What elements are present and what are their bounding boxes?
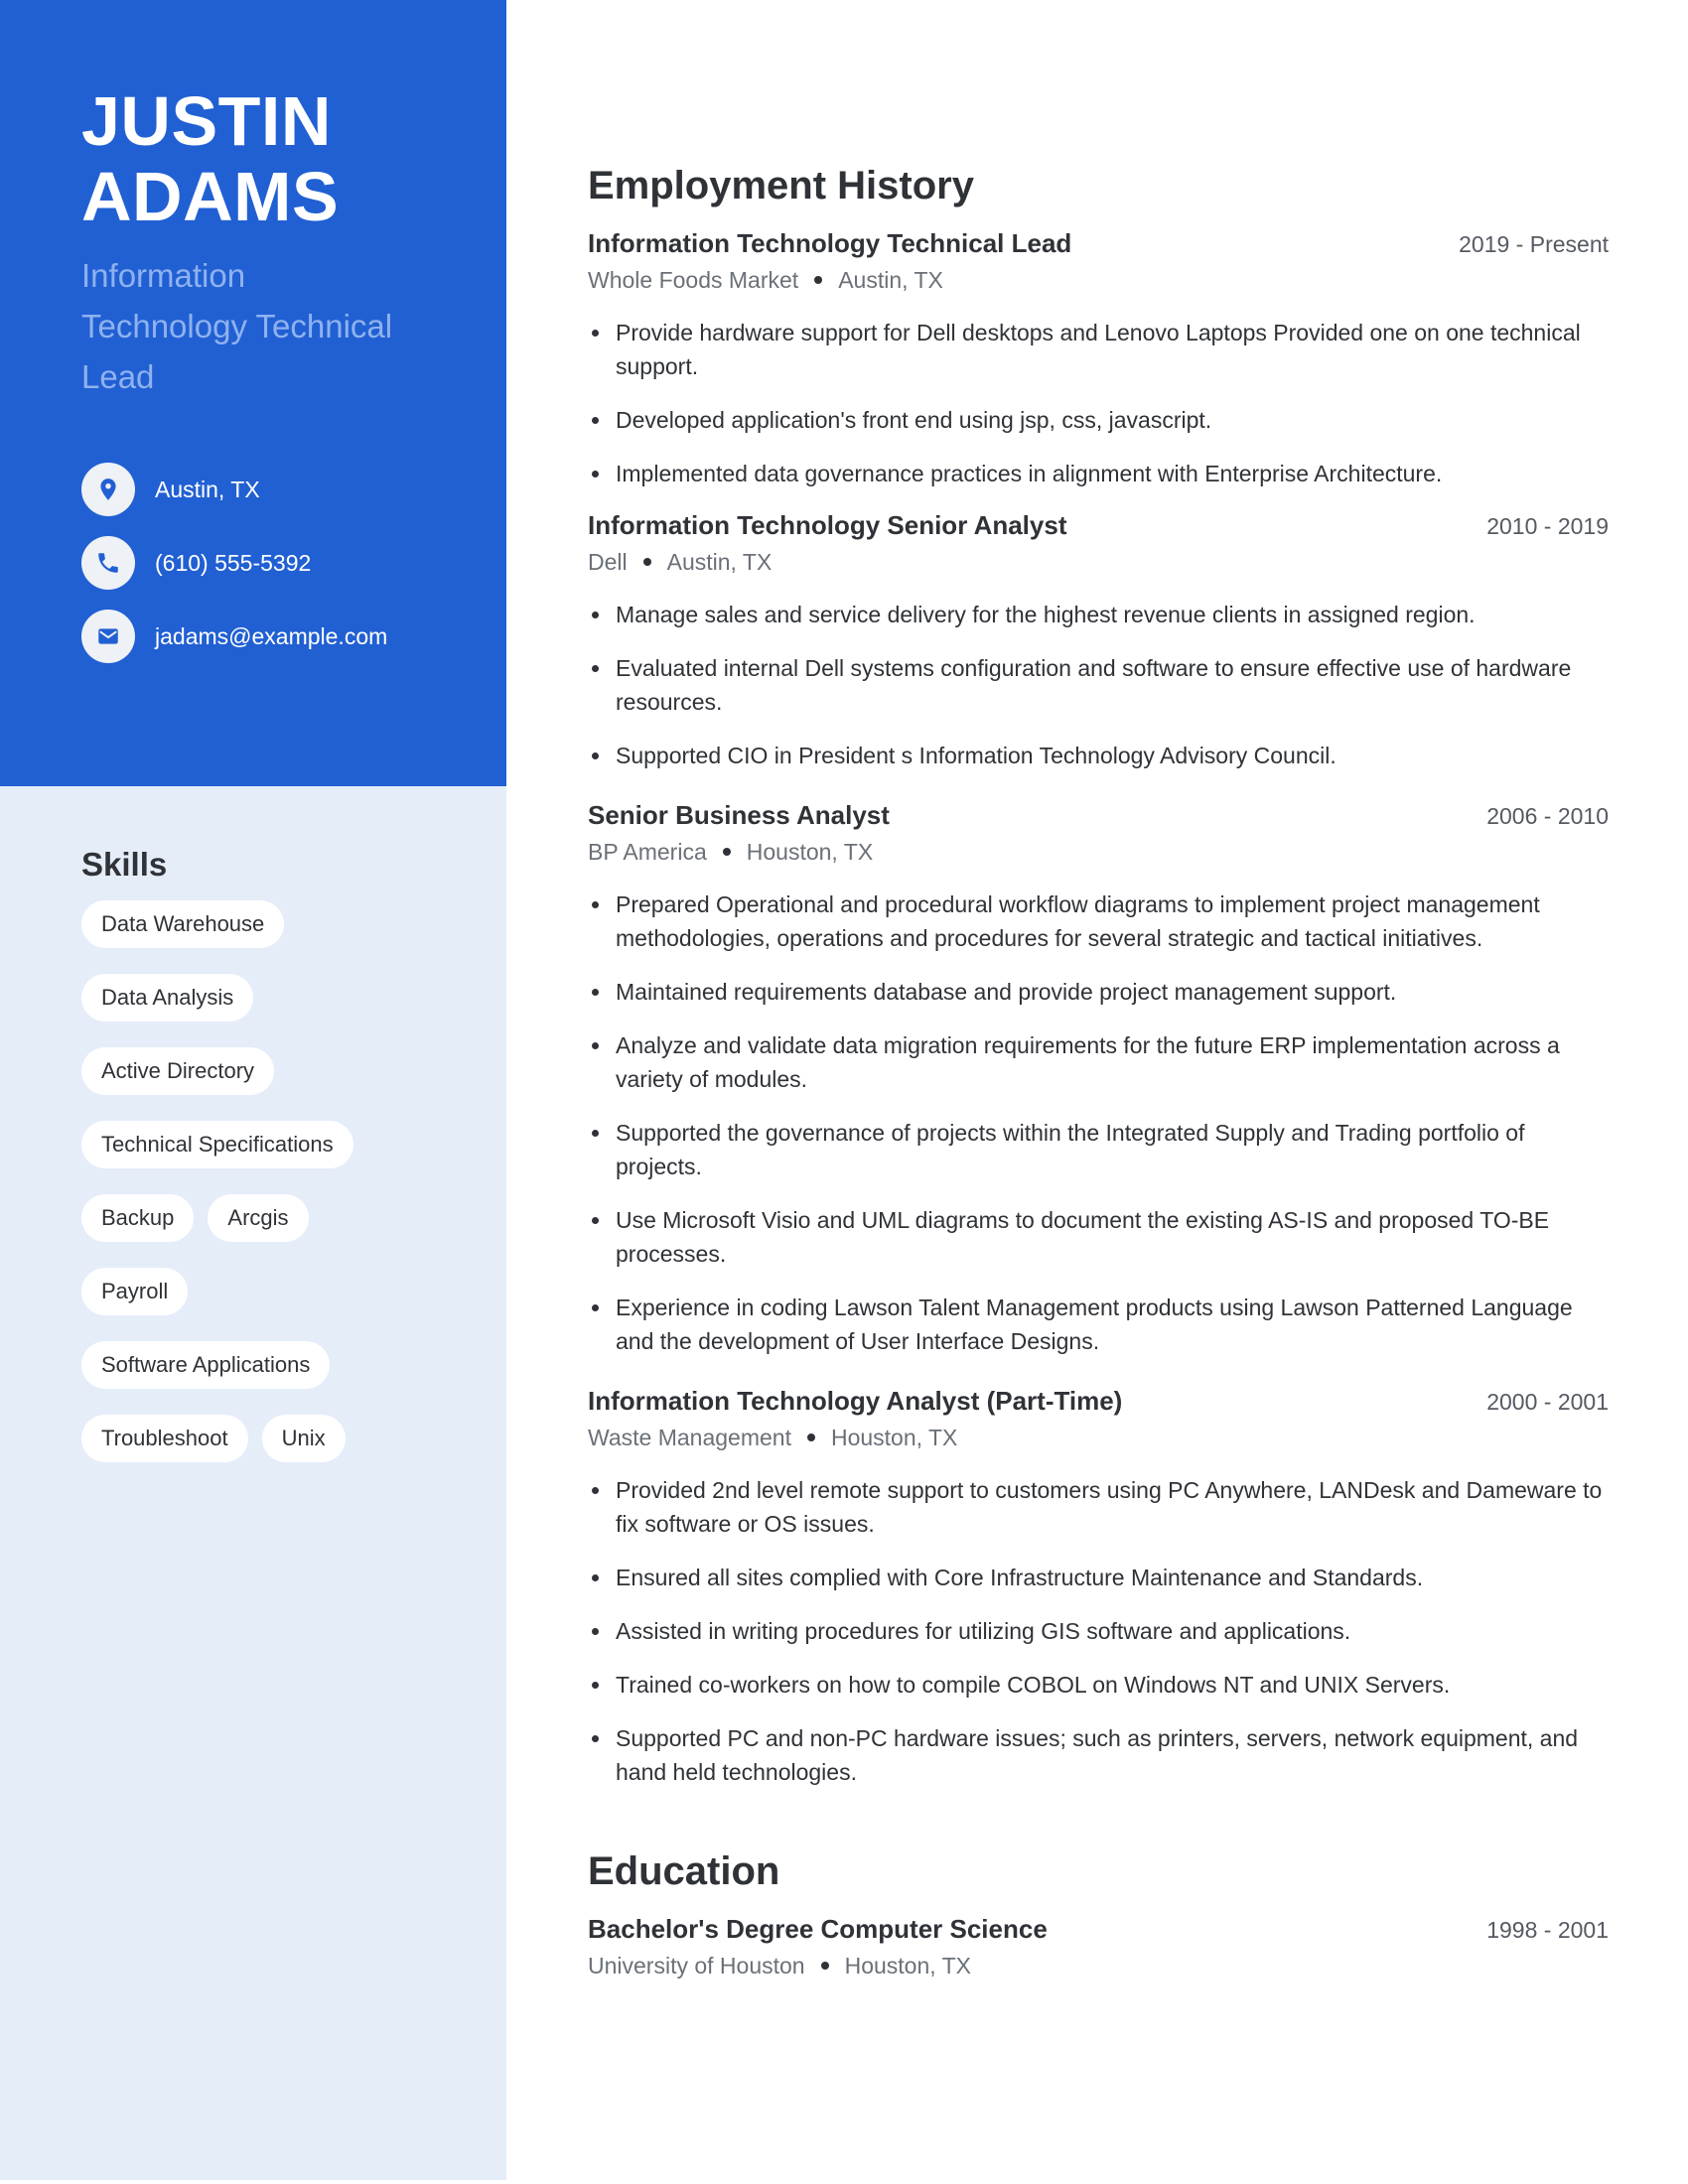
- sidebar-header: JUSTIN ADAMS Information Technology Tech…: [0, 0, 506, 786]
- separator-dot: [814, 275, 823, 284]
- job-entry: Information Technology Analyst (Part-Tim…: [588, 1386, 1609, 1789]
- location-pin-icon: [81, 463, 135, 516]
- bullet-item: Analyze and validate data migration requ…: [588, 1028, 1609, 1096]
- main-content: Employment History Information Technolog…: [588, 161, 1609, 1979]
- bullet-item: Provide hardware support for Dell deskto…: [588, 316, 1609, 383]
- bullet-item: Maintained requirements database and pro…: [588, 975, 1609, 1009]
- job-dates: 2000 - 2001: [1486, 1389, 1609, 1415]
- separator-dot: [820, 1961, 829, 1970]
- bullet-item: Implemented data governance practices in…: [588, 457, 1609, 490]
- skill-pill: Data Warehouse: [81, 900, 285, 948]
- bullet-item: Ensured all sites complied with Core Inf…: [588, 1561, 1609, 1594]
- separator-dot: [806, 1433, 815, 1441]
- contact-list: Austin, TX (610) 555-5392 jadams@example…: [81, 463, 387, 683]
- job-company: BP America: [588, 839, 707, 865]
- education-entry: Bachelor's Degree Computer Science 1998 …: [588, 1914, 1609, 1979]
- first-name: JUSTIN: [81, 82, 332, 160]
- skill-pill: Payroll: [81, 1268, 189, 1315]
- mail-icon: [81, 610, 135, 663]
- education-heading: Education: [588, 1849, 780, 1893]
- bullet-item: Supported PC and non-PC hardware issues;…: [588, 1721, 1609, 1789]
- job-bullets: Prepared Operational and procedural work…: [588, 887, 1609, 1358]
- education-dates: 1998 - 2001: [1486, 1917, 1609, 1943]
- skill-pill: Backup: [81, 1194, 195, 1242]
- bullet-item: Developed application's front end using …: [588, 403, 1609, 437]
- phone-icon: [81, 536, 135, 590]
- skill-pill: Arcgis: [208, 1194, 309, 1242]
- skill-pill: Unix: [261, 1415, 346, 1462]
- skill-pill: Technical Specifications: [81, 1121, 353, 1168]
- bullet-item: Provided 2nd level remote support to cus…: [588, 1473, 1609, 1541]
- bullet-item: Use Microsoft Visio and UML diagrams to …: [588, 1203, 1609, 1271]
- email-link[interactable]: jadams@example.com: [155, 623, 387, 650]
- bullet-item: Manage sales and service delivery for th…: [588, 598, 1609, 631]
- candidate-name: JUSTIN ADAMS: [81, 83, 339, 234]
- job-bullets: Manage sales and service delivery for th…: [588, 598, 1609, 772]
- bullet-item: Supported CIO in President s Information…: [588, 739, 1609, 772]
- job-bullets: Provided 2nd level remote support to cus…: [588, 1473, 1609, 1789]
- job-company: Waste Management: [588, 1425, 791, 1450]
- bullet-item: Trained co-workers on how to compile COB…: [588, 1668, 1609, 1702]
- skills-heading: Skills: [81, 846, 168, 883]
- bullet-item: Supported the governance of projects wit…: [588, 1116, 1609, 1183]
- separator-dot: [722, 847, 731, 856]
- skill-pill: Troubleshoot: [81, 1415, 248, 1462]
- job-dates: 2019 - Present: [1459, 231, 1609, 257]
- skills-list: Data Warehouse Data Analysis Active Dire…: [81, 900, 479, 1462]
- candidate-title: Information Technology Technical Lead: [81, 257, 393, 395]
- sidebar: JUSTIN ADAMS Information Technology Tech…: [0, 0, 506, 2180]
- job-role: Information Technology Technical Lead: [588, 228, 1072, 258]
- contact-phone: (610) 555-5392: [81, 536, 387, 590]
- bullet-item: Assisted in writing procedures for utili…: [588, 1614, 1609, 1648]
- job-entry: Information Technology Senior Analyst 20…: [588, 510, 1609, 772]
- job-location: Houston, TX: [746, 839, 874, 865]
- job-entry: Information Technology Technical Lead 20…: [588, 228, 1609, 490]
- job-company: Whole Foods Market: [588, 267, 799, 293]
- school-name: University of Houston: [588, 1953, 805, 1979]
- school-location: Houston, TX: [844, 1953, 972, 1979]
- bullet-item: Prepared Operational and procedural work…: [588, 887, 1609, 955]
- employment-heading: Employment History: [588, 164, 974, 207]
- job-entry: Senior Business Analyst 2006 - 2010 BP A…: [588, 800, 1609, 1358]
- job-bullets: Provide hardware support for Dell deskto…: [588, 316, 1609, 490]
- skill-pill: Active Directory: [81, 1047, 275, 1095]
- bullet-item: Evaluated internal Dell systems configur…: [588, 651, 1609, 719]
- job-location: Austin, TX: [666, 549, 773, 575]
- job-dates: 2010 - 2019: [1486, 513, 1609, 539]
- skill-pill: Software Applications: [81, 1341, 331, 1389]
- bullet-item: Experience in coding Lawson Talent Manag…: [588, 1291, 1609, 1358]
- job-role: Senior Business Analyst: [588, 800, 890, 830]
- job-location: Austin, TX: [838, 267, 943, 293]
- contact-location: Austin, TX: [81, 463, 387, 516]
- contact-email: jadams@example.com: [81, 610, 387, 663]
- separator-dot: [642, 557, 651, 566]
- skill-pill: Data Analysis: [81, 974, 254, 1022]
- location-text: Austin, TX: [155, 476, 260, 502]
- job-role: Information Technology Senior Analyst: [588, 510, 1067, 540]
- job-location: Houston, TX: [830, 1425, 958, 1450]
- last-name: ADAMS: [81, 158, 340, 235]
- job-dates: 2006 - 2010: [1486, 803, 1609, 829]
- job-role: Information Technology Analyst (Part-Tim…: [588, 1386, 1123, 1416]
- phone-text[interactable]: (610) 555-5392: [155, 550, 311, 577]
- degree: Bachelor's Degree Computer Science: [588, 1914, 1048, 1944]
- job-company: Dell: [588, 549, 628, 575]
